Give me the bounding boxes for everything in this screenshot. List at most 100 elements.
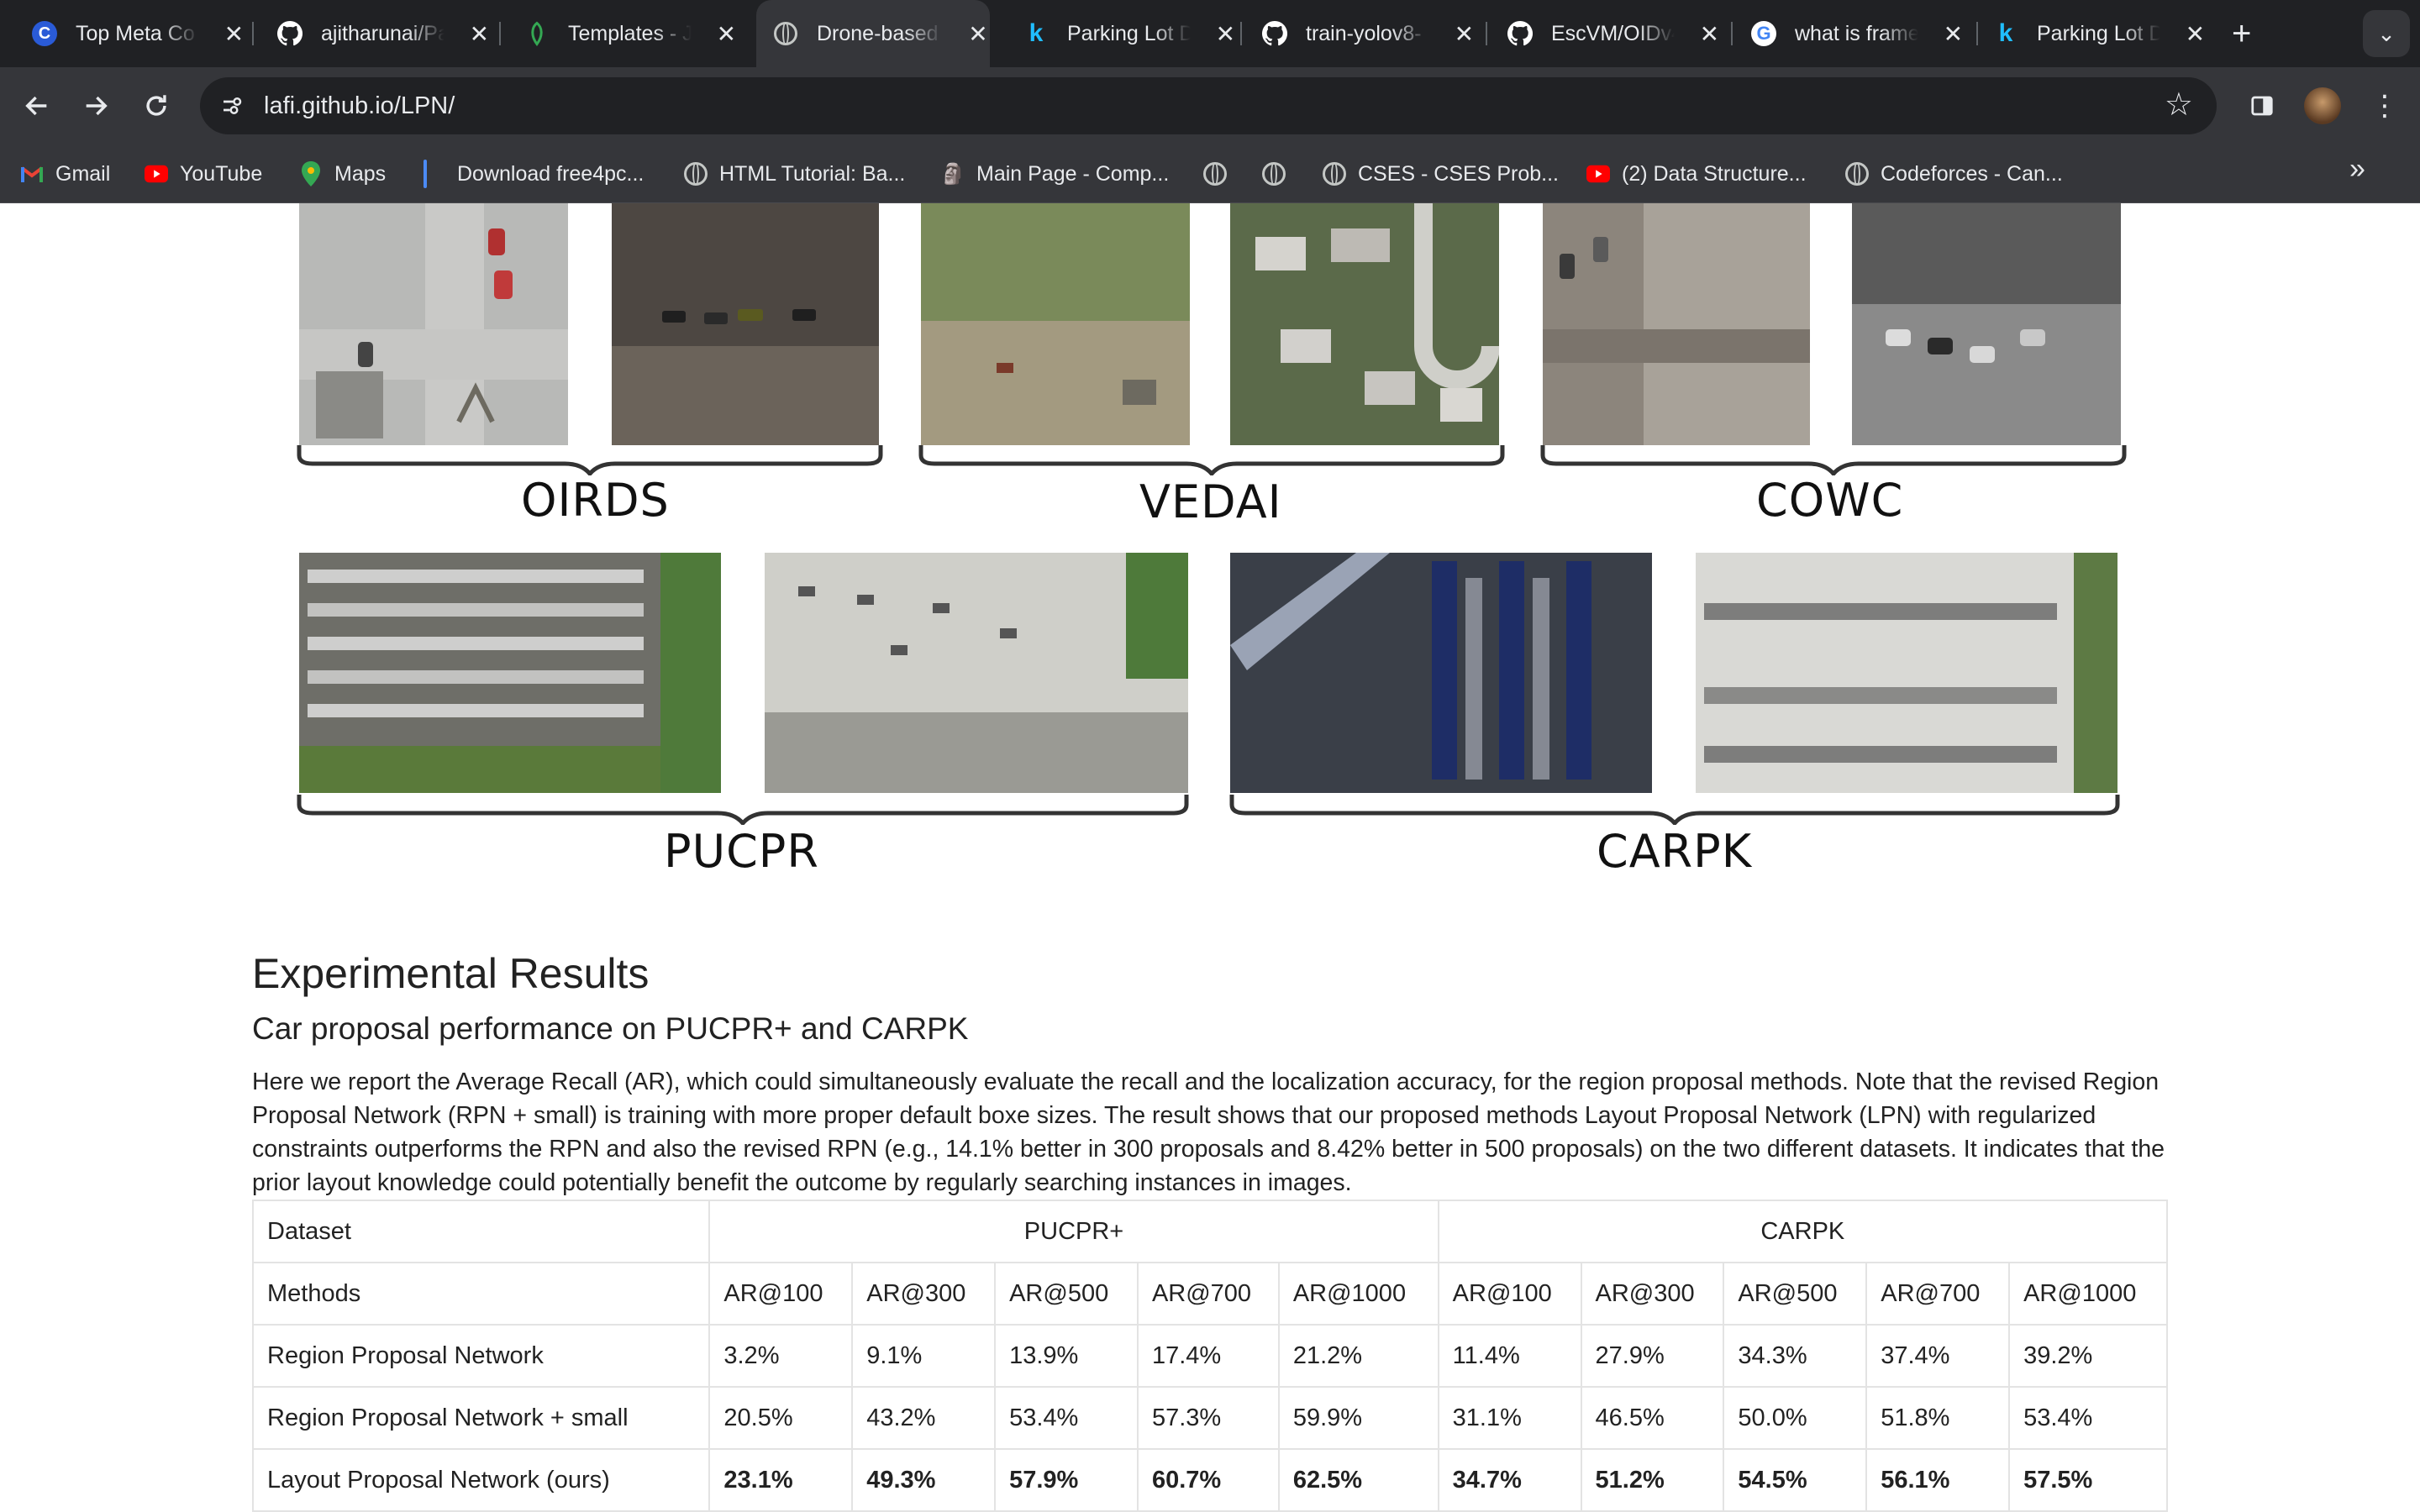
- dataset-header: Dataset: [251, 1200, 711, 1263]
- leaf-icon: [524, 21, 550, 46]
- cowc-image-1: [1543, 203, 1810, 445]
- close-icon[interactable]: ✕: [715, 20, 738, 48]
- table-cell: 17.4%: [1136, 1324, 1280, 1388]
- tab-train-yolov8[interactable]: train-yolov8- ✕: [1230, 0, 1476, 67]
- more-bookmarks-icon[interactable]: »: [2349, 153, 2365, 186]
- tab-title: Parking Lot D: [2037, 21, 2160, 45]
- tab-drone-based[interactable]: Drone-based ✕: [756, 0, 990, 67]
- bookmark-youtube[interactable]: YouTube: [145, 144, 262, 203]
- cowc-image-2: [1852, 203, 2121, 445]
- github-icon: [1262, 21, 1287, 46]
- table-header-row: Dataset PUCPR+ CARPK: [251, 1200, 2169, 1263]
- table-cell: 34.3%: [1723, 1324, 1868, 1388]
- table-cell: 51.2%: [1580, 1448, 1725, 1512]
- google-icon: G: [1751, 21, 1776, 46]
- bookmark-maps[interactable]: Maps: [299, 144, 386, 203]
- table-cell: 23.1%: [708, 1448, 854, 1512]
- globe-icon: [1323, 162, 1346, 186]
- pucpr-image-1: [299, 553, 721, 793]
- oirds-brace: [297, 445, 883, 475]
- tab-title: Drone-based: [817, 21, 939, 45]
- tab-title: Templates - J: [568, 21, 692, 45]
- carpk-image-1: [1230, 553, 1652, 793]
- metric-header: AR@700: [1865, 1262, 2011, 1326]
- tab-parking-lot-2[interactable]: k Parking Lot D ✕: [1961, 0, 2207, 67]
- globe-icon: [1262, 162, 1286, 186]
- url-text[interactable]: lafi.github.io/LPN/: [264, 92, 455, 120]
- metric-header: AR@700: [1136, 1262, 1280, 1326]
- bookmark-globe-1[interactable]: [1203, 144, 1239, 203]
- address-bar[interactable]: lafi.github.io/LPN/ ☆: [200, 77, 2217, 134]
- site-info-icon[interactable]: [215, 89, 249, 123]
- back-arrow-icon: [25, 96, 47, 116]
- oirds-image-2: [612, 203, 879, 445]
- table-cell: 34.7%: [1437, 1448, 1582, 1512]
- method-name: Region Proposal Network: [251, 1324, 711, 1388]
- table-cell: 59.9%: [1277, 1386, 1439, 1450]
- side-panel-icon[interactable]: [2242, 86, 2282, 126]
- table-cell: 46.5%: [1580, 1386, 1725, 1450]
- tab-parking-lot-1[interactable]: k Parking Lot D ✕: [992, 0, 1237, 67]
- table-cell: 50.0%: [1723, 1386, 1868, 1450]
- youtube-icon: [145, 162, 168, 186]
- carpk-image-2: [1696, 553, 2118, 793]
- more-menu-icon[interactable]: ⋮: [2365, 86, 2405, 126]
- table-cell: 49.3%: [851, 1448, 997, 1512]
- globe-icon: [1203, 162, 1227, 186]
- bookmark-data-structure[interactable]: (2) Data Structure...: [1586, 144, 1807, 203]
- tab-escvm-oidv4[interactable]: EscVM/OIDv4 ✕: [1476, 0, 1721, 67]
- reload-button[interactable]: [138, 87, 175, 124]
- close-icon[interactable]: ✕: [1698, 20, 1721, 48]
- tab-github-ajitharunai[interactable]: ajitharunai/Pa ✕: [245, 0, 491, 67]
- tab-title: train-yolov8-: [1306, 21, 1422, 45]
- table-cell: 51.8%: [1865, 1386, 2011, 1450]
- github-icon: [1507, 21, 1533, 46]
- table-row: Region Proposal Network + small 20.5% 43…: [251, 1386, 2168, 1450]
- bookmark-codeforces[interactable]: Codeforces - Can...: [1845, 144, 2063, 203]
- metric-header: AR@100: [1437, 1262, 1582, 1326]
- tab-search-button[interactable]: ⌄: [2363, 10, 2410, 57]
- table-cell: 13.9%: [994, 1324, 1139, 1388]
- forward-button[interactable]: [77, 87, 114, 124]
- bookmark-label: Maps: [334, 161, 387, 186]
- table-cell: 27.9%: [1580, 1324, 1725, 1388]
- bookmark-star-icon[interactable]: ☆: [2165, 86, 2193, 123]
- close-icon[interactable]: ✕: [1453, 20, 1476, 48]
- bookmark-cses[interactable]: CSES - CSES Prob...: [1323, 144, 1559, 203]
- close-icon[interactable]: ✕: [2184, 20, 2207, 48]
- oirds-label: OIRDS: [521, 474, 670, 527]
- bookmark-globe-2[interactable]: [1262, 144, 1297, 203]
- bookmark-label: (2) Data Structure...: [1622, 161, 1807, 186]
- new-tab-button[interactable]: +: [2232, 15, 2251, 52]
- bookmark-main-page[interactable]: 🗿 Main Page - Comp...: [940, 144, 1169, 203]
- tab-what-is-frame[interactable]: G what is frame ✕: [1719, 0, 1965, 67]
- back-button[interactable]: [18, 87, 55, 124]
- methods-header: Methods: [251, 1262, 711, 1326]
- table-cell: 31.1%: [1437, 1386, 1582, 1450]
- method-name: Layout Proposal Network (ours): [251, 1448, 711, 1512]
- vedai-image-1: [921, 203, 1190, 445]
- close-icon[interactable]: ✕: [468, 20, 491, 48]
- pucpr-label: PUCPR: [664, 825, 819, 878]
- wiki-icon: 🗿: [940, 162, 965, 186]
- vedai-brace: [918, 445, 1505, 475]
- tab-strip: C Top Meta Co ✕ ajitharunai/Pa ✕ Templat…: [0, 0, 2420, 67]
- table-cell: 57.3%: [1136, 1386, 1280, 1450]
- close-icon[interactable]: ✕: [223, 20, 245, 48]
- bookmark-html-tutorial[interactable]: HTML Tutorial: Ba...: [684, 144, 905, 203]
- tab-title: Top Meta Co: [76, 21, 195, 45]
- table-cell: 21.2%: [1277, 1324, 1439, 1388]
- profile-avatar[interactable]: [2304, 87, 2341, 124]
- tab-templates[interactable]: Templates - J ✕: [492, 0, 738, 67]
- bookmark-label: Gmail: [55, 161, 111, 186]
- tab-title: what is frame: [1795, 21, 1918, 45]
- forward-arrow-icon: [86, 96, 108, 116]
- bookmark-download-free4pc[interactable]: Download free4pc...: [457, 144, 644, 203]
- bookmark-gmail[interactable]: Gmail: [20, 144, 110, 203]
- close-icon[interactable]: ✕: [966, 20, 990, 48]
- table-cell: 37.4%: [1865, 1324, 2011, 1388]
- carpk-brace: [1229, 795, 2120, 825]
- tab-top-meta[interactable]: C Top Meta Co ✕: [0, 0, 245, 67]
- table-cell: 60.7%: [1136, 1448, 1280, 1512]
- coursera-icon: C: [32, 21, 57, 46]
